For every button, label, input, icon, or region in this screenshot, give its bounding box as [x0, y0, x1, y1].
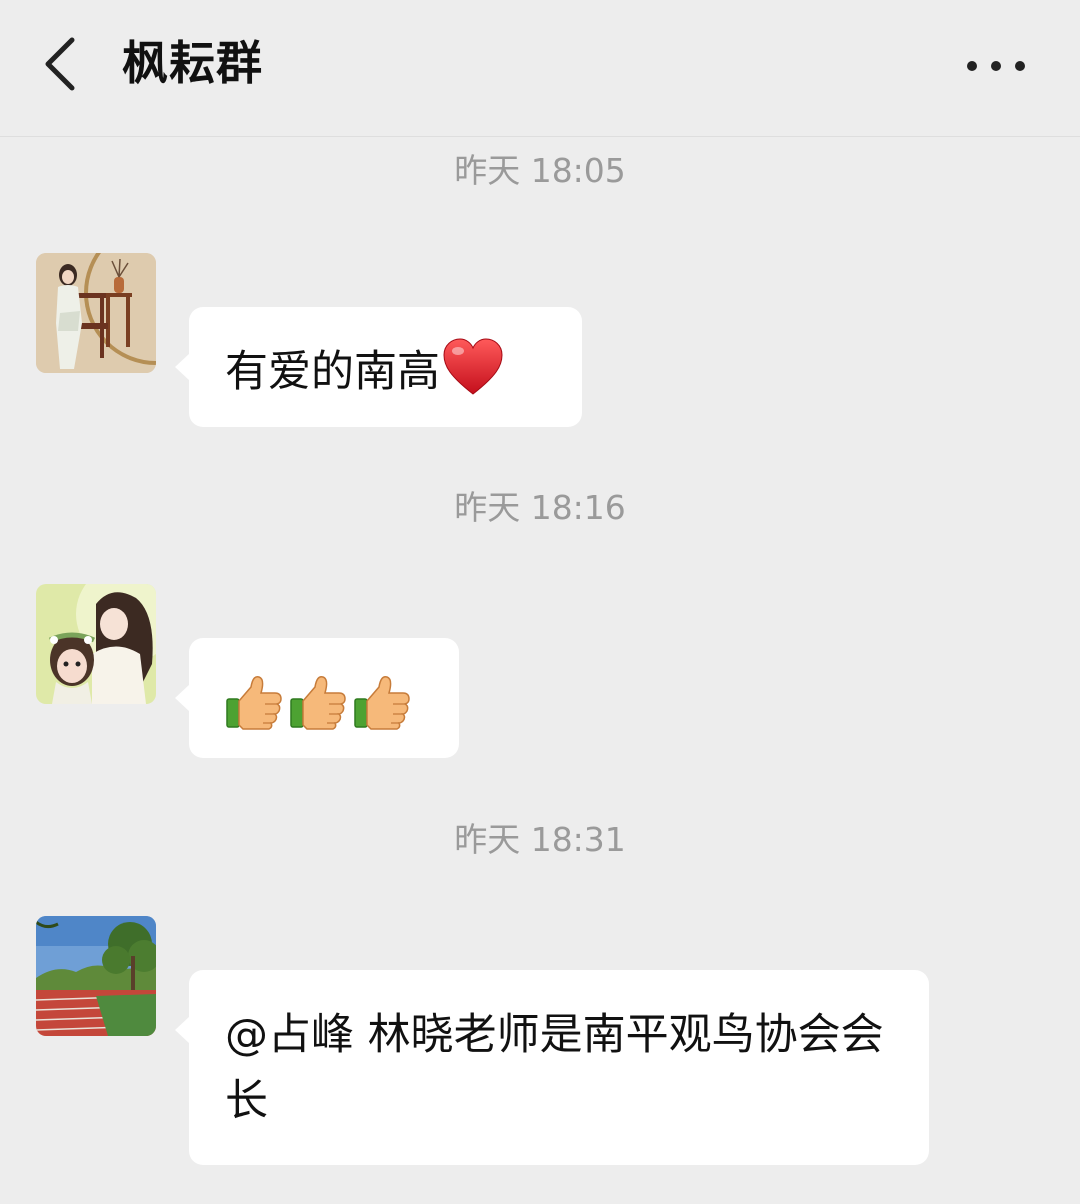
- avatar[interactable]: [36, 584, 156, 704]
- timestamp: 昨天 18:31: [454, 820, 626, 859]
- avatar[interactable]: [36, 916, 156, 1036]
- thumbs-up-icon: [226, 675, 282, 730]
- avatar[interactable]: [36, 253, 156, 373]
- message-bubble[interactable]: @占峰 林晓老师是南平观鸟协会会长: [175, 970, 929, 1165]
- message-bubble[interactable]: 有爱的南高: [175, 307, 582, 427]
- timestamp: 昨天 18:16: [454, 488, 626, 527]
- thumbs-up-icon: [354, 675, 410, 730]
- message-text: @占峰 林晓老师是南平观鸟协会会长: [225, 1010, 884, 1126]
- more-dots-icon[interactable]: [960, 46, 1032, 86]
- thumbs-up-icon: [290, 675, 346, 730]
- chat-title: 枫耘群: [122, 36, 263, 90]
- red-heart-icon: [443, 338, 503, 395]
- chat-header: 枫耘群: [0, 0, 1080, 137]
- chevron-left-icon[interactable]: [38, 34, 82, 94]
- message-bubble[interactable]: [175, 638, 459, 758]
- message-text: 有爱的南高: [225, 347, 440, 397]
- timestamp: 昨天 18:05: [454, 151, 626, 190]
